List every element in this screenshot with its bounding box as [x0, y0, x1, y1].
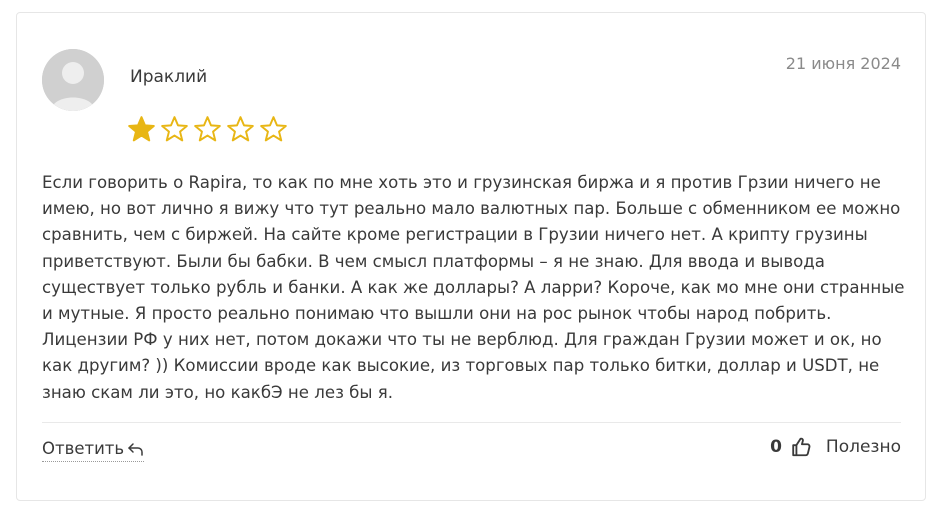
review-text: Если говорить о Rapira, то как по мне хо…: [42, 173, 905, 402]
reply-label: Ответить: [42, 439, 125, 458]
reply-button[interactable]: Ответить: [42, 439, 145, 462]
review-card: Ираклий 21 июня 2024 Если говорить о Rap…: [16, 12, 926, 501]
helpful-section: 0 Полезно: [770, 436, 901, 458]
review-author: Ираклий: [130, 67, 208, 87]
user-avatar-icon: [42, 49, 104, 111]
star-outline-icon: [194, 116, 221, 142]
reply-arrow-icon: [128, 442, 143, 456]
helpful-button[interactable]: Полезно: [826, 437, 901, 457]
star-outline-icon: [161, 116, 188, 142]
divider: [42, 422, 901, 423]
thumbs-up-icon[interactable]: [790, 436, 812, 458]
avatar: [42, 49, 104, 111]
star-outline-icon: [260, 116, 287, 142]
review-date: 21 июня 2024: [785, 54, 901, 73]
star-outline-icon: [227, 116, 254, 142]
star-rating: [127, 115, 288, 144]
likes-count: 0: [770, 437, 782, 457]
star-filled-icon: [128, 116, 155, 142]
